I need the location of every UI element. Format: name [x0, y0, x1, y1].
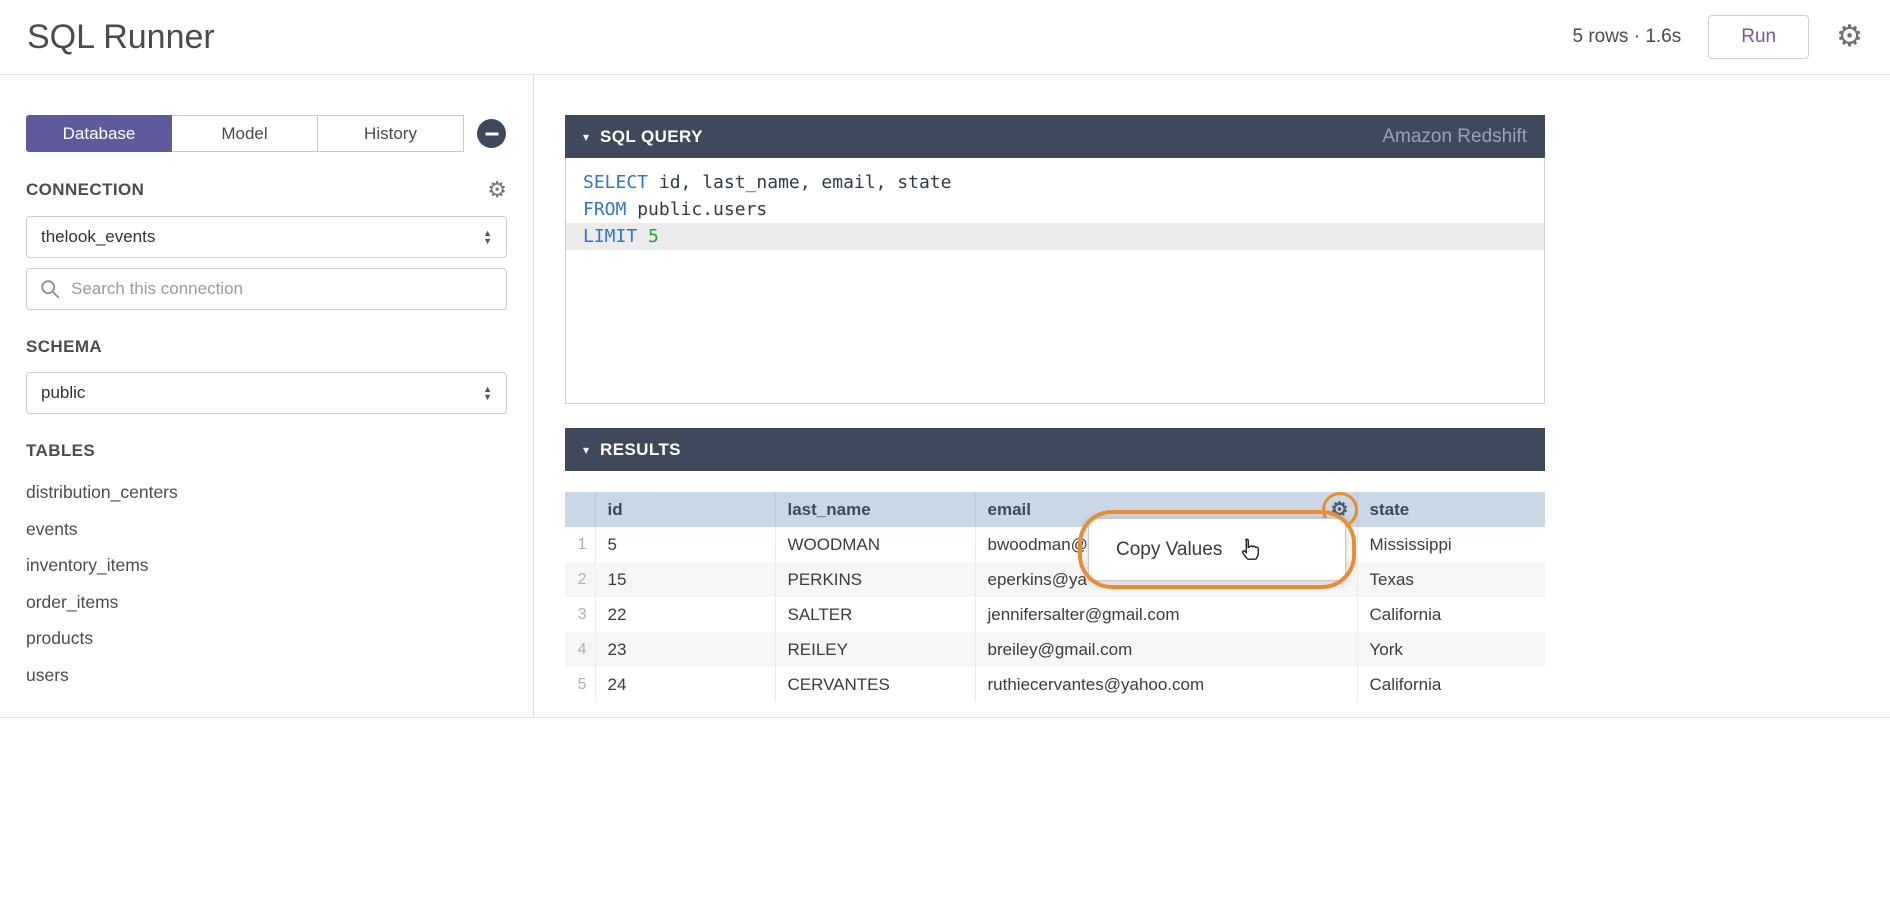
tab-database[interactable]: Database: [26, 115, 172, 152]
cell-email: jennifersalter@gmail.com: [975, 597, 1357, 632]
row-number: 4: [565, 632, 595, 667]
table-row: 524CERVANTESruthiecervantes@yahoo.comCal…: [565, 667, 1545, 702]
row-number-column-header: [565, 492, 595, 527]
row-number: 5: [565, 667, 595, 702]
cell-last_name: WOODMAN: [775, 527, 975, 562]
cell-last_name: REILEY: [775, 632, 975, 667]
schema-heading: SCHEMA: [26, 337, 102, 357]
menu-item-copy-values[interactable]: Copy Values: [1116, 539, 1222, 561]
page-title: SQL Runner: [27, 18, 215, 57]
connection-search: [26, 268, 507, 310]
results-panel-header[interactable]: ▾ RESULTS: [565, 428, 1545, 471]
cell-state: Texas: [1357, 562, 1545, 597]
column-header-id[interactable]: id: [595, 492, 775, 527]
results-table-wrap: idlast_nameemail⚙state 15WOODMANbwoodman…: [565, 492, 1545, 702]
results-title: RESULTS: [600, 440, 681, 460]
schema-select-value: public: [41, 383, 85, 403]
table-item-distribution_centers[interactable]: distribution_centers: [26, 474, 507, 511]
table-item-order_items[interactable]: order_items: [26, 584, 507, 621]
tab-history[interactable]: History: [318, 115, 464, 152]
dialect-label: Amazon Redshift: [1382, 126, 1527, 148]
sidebar: Database Model History CONNECTION ⚙ thel…: [0, 75, 534, 717]
code-line: SELECT id, last_name, email, state: [566, 169, 1544, 196]
chevron-down-icon: ▾: [583, 130, 589, 144]
table-item-products[interactable]: products: [26, 620, 507, 657]
table-row: 322SALTERjennifersalter@gmail.comCalifor…: [565, 597, 1545, 632]
column-gear-icon[interactable]: ⚙: [1331, 500, 1349, 520]
cell-state: California: [1357, 597, 1545, 632]
row-number: 1: [565, 527, 595, 562]
column-header-state[interactable]: state: [1357, 492, 1545, 527]
chevron-down-icon: ▾: [583, 443, 589, 457]
run-button[interactable]: Run: [1708, 15, 1809, 59]
cell-last_name: CERVANTES: [775, 667, 975, 702]
collapse-panel-button[interactable]: [477, 119, 506, 148]
column-header-last_name[interactable]: last_name: [775, 492, 975, 527]
updown-arrows-icon: ▲▼: [483, 229, 492, 245]
tables-section-header: TABLES: [26, 441, 507, 461]
cell-state: Mississippi: [1357, 527, 1545, 562]
cell-email: ruthiecervantes@yahoo.com: [975, 667, 1357, 702]
hand-cursor-icon: [1237, 537, 1263, 563]
cell-id: 5: [595, 527, 775, 562]
cell-state: California: [1357, 667, 1545, 702]
search-input[interactable]: [71, 279, 494, 299]
settings-gear-icon[interactable]: ⚙: [1836, 22, 1863, 52]
table-row: 215PERKINSeperkins@yaTexas: [565, 562, 1545, 597]
top-bar: SQL Runner 5 rows · 1.6s Run ⚙: [0, 0, 1890, 75]
table-item-users[interactable]: users: [26, 657, 507, 694]
cell-id: 15: [595, 562, 775, 597]
main-area: ▾ SQL QUERY Amazon Redshift SELECT id, l…: [534, 75, 1890, 717]
connection-select[interactable]: thelook_events ▲▼: [26, 216, 507, 258]
connection-section-header: CONNECTION ⚙: [26, 179, 507, 201]
cell-state: York: [1357, 632, 1545, 667]
content-area: Database Model History CONNECTION ⚙ thel…: [0, 75, 1890, 718]
connection-gear-icon[interactable]: ⚙: [487, 179, 507, 201]
sidebar-tabs: Database Model History: [26, 115, 507, 152]
tab-model[interactable]: Model: [172, 115, 318, 152]
updown-arrows-icon: ▲▼: [483, 385, 492, 401]
query-status-text: 5 rows · 1.6s: [1572, 26, 1681, 48]
cell-id: 24: [595, 667, 775, 702]
search-icon: [39, 278, 61, 300]
schema-section-header: SCHEMA: [26, 337, 507, 357]
cell-id: 23: [595, 632, 775, 667]
tables-heading: TABLES: [26, 441, 95, 461]
code-line: FROM public.users: [566, 196, 1544, 223]
cell-last_name: PERKINS: [775, 562, 975, 597]
sql-editor[interactable]: SELECT id, last_name, email, stateFROM p…: [565, 158, 1545, 404]
results-header-row: idlast_nameemail⚙state: [565, 492, 1545, 527]
sql-query-panel-header[interactable]: ▾ SQL QUERY Amazon Redshift: [565, 115, 1545, 158]
connection-heading: CONNECTION: [26, 180, 144, 200]
code-line: LIMIT 5: [566, 223, 1544, 250]
sql-query-title: SQL QUERY: [600, 127, 703, 147]
table-item-inventory_items[interactable]: inventory_items: [26, 547, 507, 584]
results-body: 15WOODMANbwoodman@Mississippi215PERKINSe…: [565, 527, 1545, 702]
table-row: 15WOODMANbwoodman@Mississippi: [565, 527, 1545, 562]
tables-list: distribution_centerseventsinventory_item…: [26, 474, 507, 693]
cell-last_name: SALTER: [775, 597, 975, 632]
top-bar-right: 5 rows · 1.6s Run ⚙: [1572, 15, 1863, 59]
cell-id: 22: [595, 597, 775, 632]
column-context-menu: Copy Values: [1088, 518, 1346, 581]
results-table: idlast_nameemail⚙state 15WOODMANbwoodman…: [565, 492, 1545, 702]
schema-select[interactable]: public ▲▼: [26, 372, 507, 414]
row-number: 2: [565, 562, 595, 597]
table-row: 423REILEYbreiley@gmail.comYork: [565, 632, 1545, 667]
table-item-events[interactable]: events: [26, 511, 507, 548]
connection-select-value: thelook_events: [41, 227, 155, 247]
row-number: 3: [565, 597, 595, 632]
cell-email: breiley@gmail.com: [975, 632, 1357, 667]
